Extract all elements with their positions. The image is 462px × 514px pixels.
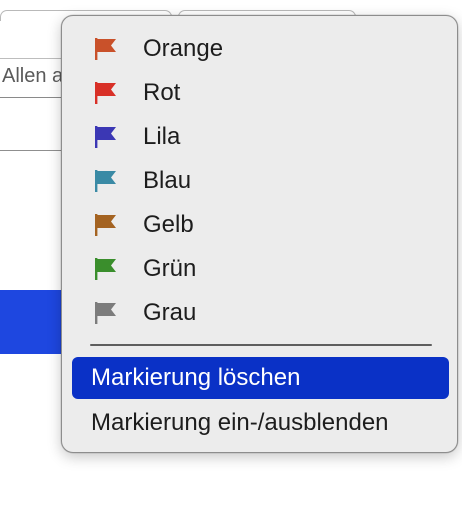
menu-item-flag-green[interactable]: Grün — [72, 249, 449, 289]
menu-item-flag-orange[interactable]: Orange — [72, 29, 449, 69]
flag-icon — [95, 170, 116, 192]
flag-icon — [95, 214, 116, 236]
background-filter-text: Allen a — [2, 65, 64, 87]
menu-item-label: Rot — [143, 79, 181, 106]
menu-item-label: Gelb — [143, 211, 194, 238]
flag-icon — [95, 38, 116, 60]
menu-item-label: Orange — [143, 35, 224, 62]
menu-item-flag-purple[interactable]: Lila — [72, 117, 449, 157]
menu-item-toggle-flags[interactable]: Markierung ein-/ausblenden — [72, 403, 449, 443]
menu-item-label: Lila — [143, 123, 181, 150]
menu-item-label: Markierung ein-/ausblenden — [91, 409, 389, 436]
menu-item-label: Markierung löschen — [91, 364, 301, 391]
flag-icon — [95, 126, 116, 148]
menu-item-flag-yellow[interactable]: Gelb — [72, 205, 449, 245]
menu-separator — [90, 344, 432, 346]
menu-item-label: Grün — [143, 255, 197, 282]
menu-item-label: Grau — [143, 299, 197, 326]
flag-context-menu: Orange Rot Lila Blau Gelb Grün Grau Mark… — [61, 15, 458, 453]
flag-icon — [95, 82, 116, 104]
flag-icon — [95, 258, 116, 280]
menu-item-flag-gray[interactable]: Grau — [72, 293, 449, 333]
menu-item-label: Blau — [143, 167, 192, 194]
background-divider — [0, 150, 70, 151]
menu-item-flag-red[interactable]: Rot — [72, 73, 449, 113]
menu-item-flag-blue[interactable]: Blau — [72, 161, 449, 201]
flag-icon — [95, 302, 116, 324]
menu-item-clear-flag[interactable]: Markierung löschen — [72, 357, 449, 399]
